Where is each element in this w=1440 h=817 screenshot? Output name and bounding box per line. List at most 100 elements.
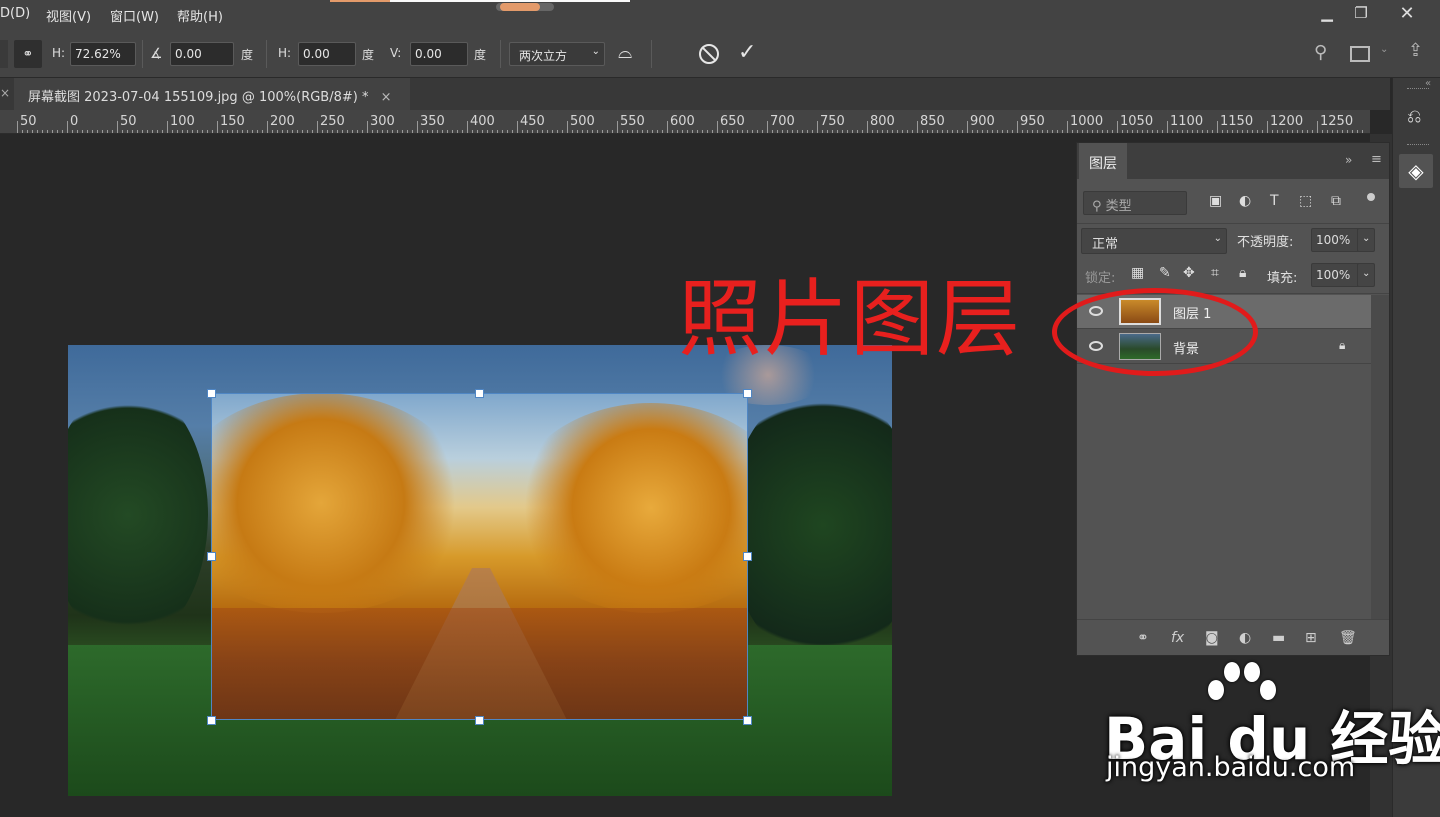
- artboard-icon[interactable]: ⌗: [1211, 265, 1219, 281]
- smart-object-filter-icon[interactable]: ⧉: [1331, 193, 1341, 209]
- workspace-icon[interactable]: [1350, 46, 1370, 62]
- document-tab[interactable]: 屏幕截图 2023-07-04 155109.jpg @ 100%(RGB/8#…: [14, 78, 410, 110]
- warp-icon[interactable]: ⌓: [618, 42, 632, 63]
- restore-icon[interactable]: ❐: [1344, 0, 1378, 26]
- ruler-tick-mark: [787, 130, 788, 133]
- history-icon[interactable]: ⎌: [1407, 106, 1421, 127]
- vskew-input[interactable]: 0.00: [410, 42, 468, 66]
- folder-icon[interactable]: ▬: [1272, 630, 1285, 646]
- transform-handle[interactable]: [743, 389, 752, 398]
- check-icon[interactable]: ✓: [738, 40, 756, 65]
- minimize-icon[interactable]: ▁: [1310, 0, 1344, 26]
- ruler-tick-mark: [382, 130, 383, 133]
- ruler-tick-mark: [397, 130, 398, 133]
- ruler-tick-mark: [682, 130, 683, 133]
- link-layers-icon[interactable]: ⚭: [1137, 630, 1149, 646]
- ruler-tick-mark: [982, 130, 983, 133]
- cancel-icon[interactable]: [699, 44, 719, 64]
- ruler-tick-mark: [232, 130, 233, 133]
- link-icon[interactable]: ⚭: [14, 40, 42, 68]
- hskew-input[interactable]: 0.00: [298, 42, 356, 66]
- share-icon[interactable]: ⇪: [1408, 40, 1423, 61]
- interpolation-select[interactable]: 两次立方 ⌄: [509, 42, 605, 66]
- ruler-tick-mark: [347, 130, 348, 133]
- transform-handle[interactable]: [207, 716, 216, 725]
- transform-handle[interactable]: [743, 552, 752, 561]
- menu-item-window[interactable]: 窗口(W): [110, 6, 159, 25]
- angle-input[interactable]: 0.00: [170, 42, 234, 66]
- chevron-down-icon[interactable]: ⌄: [1357, 263, 1375, 287]
- trash-icon[interactable]: 🗑︎: [1339, 630, 1357, 646]
- ruler-tick-mark: [437, 130, 438, 133]
- ruler-tick-mark: [102, 130, 103, 133]
- ruler-tick-mark: [712, 130, 713, 133]
- transform-bounding-box[interactable]: [211, 393, 748, 720]
- search-icon[interactable]: ⚲: [1314, 42, 1327, 63]
- ruler-tick-mark: [1157, 130, 1158, 133]
- ruler-tick-mark: [892, 130, 893, 133]
- close-icon[interactable]: ✕: [1390, 0, 1424, 26]
- ruler-tick-label: 200: [270, 114, 295, 129]
- layers-icon[interactable]: ◈: [1399, 154, 1433, 188]
- ruler-tick-mark: [1197, 130, 1198, 133]
- menu-item-help[interactable]: 帮助(H): [177, 6, 223, 25]
- chevron-down-icon[interactable]: ⌄: [1380, 44, 1388, 55]
- panel-scrollbar[interactable]: [1371, 295, 1389, 619]
- document-tab-title: 屏幕截图 2023-07-04 155109.jpg @ 100%(RGB/8#…: [28, 90, 369, 105]
- ruler-tick-mark: [1117, 121, 1118, 133]
- ruler-tick-label: 550: [620, 114, 645, 129]
- ruler-tick-mark: [457, 130, 458, 133]
- ruler-tick-label: 1100: [1170, 114, 1204, 129]
- filter-input[interactable]: ⚲ 类型: [1083, 191, 1187, 215]
- blend-mode-select[interactable]: 正常 ⌄: [1081, 228, 1227, 254]
- lock-icon[interactable]: 🔒︎: [1239, 265, 1246, 281]
- image-filter-icon[interactable]: ▣: [1209, 193, 1222, 209]
- ruler-tick-mark: [1127, 130, 1128, 133]
- transform-handle[interactable]: [207, 389, 216, 398]
- ruler-tick-mark: [852, 130, 853, 133]
- transform-handle[interactable]: [207, 552, 216, 561]
- ruler-tick-mark: [567, 121, 568, 133]
- tab-layers[interactable]: 图层: [1079, 143, 1127, 179]
- transform-handle[interactable]: [475, 389, 484, 398]
- transform-handle[interactable]: [475, 716, 484, 725]
- ruler-tick-mark: [557, 130, 558, 133]
- ruler-tick-mark: [37, 130, 38, 133]
- fx-icon[interactable]: fx: [1171, 630, 1184, 646]
- menu-item-view[interactable]: 视图(V): [46, 6, 91, 25]
- ruler-tick-mark: [1037, 130, 1038, 133]
- ruler-tick-label: 1200: [1270, 114, 1304, 129]
- ruler-tick-mark: [537, 130, 538, 133]
- close-icon[interactable]: ×: [0, 86, 10, 100]
- height-input[interactable]: 72.62%: [70, 42, 136, 66]
- menu-icon[interactable]: ≡: [1371, 152, 1382, 167]
- ruler-tick-mark: [617, 121, 618, 133]
- ruler-tick-mark: [497, 130, 498, 133]
- ruler-tick-mark: [1352, 130, 1353, 133]
- chevron-down-icon[interactable]: ⌄: [1357, 228, 1375, 252]
- divider: [142, 40, 143, 68]
- ruler-tick-mark: [697, 130, 698, 133]
- lock-pixels-icon[interactable]: ▦: [1131, 265, 1144, 281]
- ruler-tick-mark: [647, 130, 648, 133]
- ruler-tick-mark: [862, 130, 863, 133]
- adjustment-filter-icon[interactable]: ◐: [1239, 193, 1251, 209]
- mask-icon[interactable]: ◙: [1205, 630, 1219, 646]
- baidu-watermark: Bai du 经验 jingyan.baidu.com: [1104, 660, 1440, 790]
- new-layer-icon[interactable]: ⊞: [1305, 630, 1317, 646]
- adjustment-layer-icon[interactable]: ◐: [1239, 630, 1251, 646]
- layers-panel: 图层 » ≡ ⚲ 类型 ▣ ◐ T ⬚ ⧉ 正常 ⌄ 不透明度: 100% ⌄ …: [1076, 142, 1390, 656]
- expand-icon[interactable]: »: [1345, 153, 1352, 167]
- filter-toggle-icon[interactable]: [1367, 193, 1375, 201]
- ruler-tick-mark: [1047, 130, 1048, 133]
- ruler-tick-mark: [117, 121, 118, 133]
- type-filter-icon[interactable]: T: [1270, 193, 1279, 209]
- ruler-tick-mark: [842, 130, 843, 133]
- close-icon[interactable]: ×: [381, 90, 392, 105]
- menu-item-d[interactable]: D(D): [0, 6, 30, 21]
- shape-filter-icon[interactable]: ⬚: [1299, 193, 1312, 209]
- ruler-tick-mark: [797, 130, 798, 133]
- brush-icon[interactable]: ✎: [1159, 265, 1171, 281]
- move-icon[interactable]: ✥: [1183, 265, 1195, 281]
- transform-handle[interactable]: [743, 716, 752, 725]
